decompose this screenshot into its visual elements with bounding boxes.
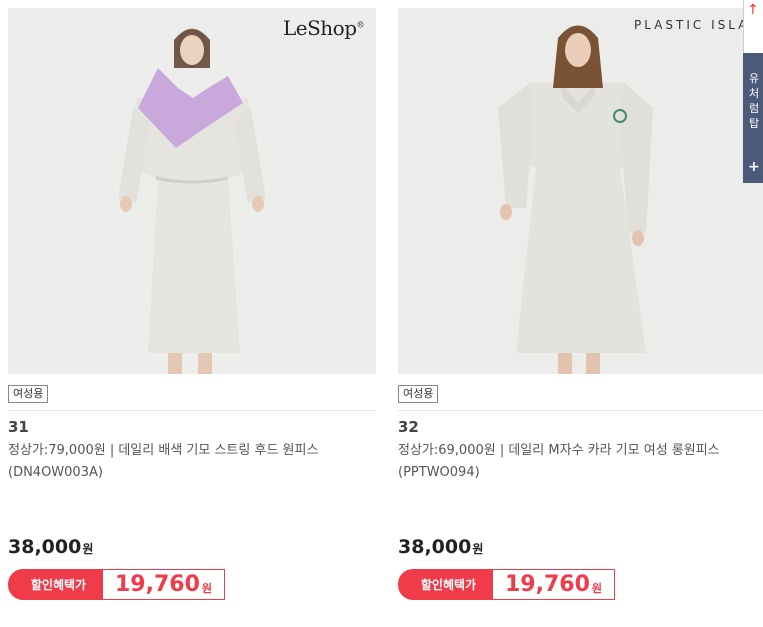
sidebar-text: 유처럼탑 [749,72,760,130]
plus-icon[interactable]: + [748,159,760,175]
discount-price-box: 할인혜택가 19,760 원 [8,569,225,600]
product-name[interactable]: 정상가:69,000원 | 데일리 M자수 카라 기모 여성 롱원피스 (PPT… [398,440,743,484]
gender-tag: 여성용 [398,385,439,403]
divider [398,410,763,411]
product-card[interactable]: LeShop® 여성용 31 정상가:79,000원 | 데일리 배색 기모 스… [8,8,376,600]
product-price: 38,000원 [398,536,483,558]
product-number: 32 [398,418,419,436]
product-number: 31 [8,418,29,436]
price-currency: 원 [82,542,94,556]
price-value: 38,000 [398,536,472,558]
arrow-up-icon: ↑ [747,2,759,18]
brand-logo: LeShop® [282,16,365,40]
divider [8,410,376,411]
product-image[interactable]: LeShop® [8,8,376,374]
price-value: 38,000 [8,536,82,558]
product-name[interactable]: 정상가:79,000원 | 데일리 배색 기모 스트링 후드 원피스 (DN4O… [8,440,353,484]
discount-label: 할인혜택가 [398,569,493,600]
gender-tag: 여성용 [8,385,49,403]
discount-price-value: 19,760 [504,572,590,597]
discount-price-value: 19,760 [114,572,200,597]
discount-price: 19,760 원 [493,569,615,600]
product-image[interactable]: PLASTIC ISLAND [398,8,763,374]
discount-currency: 원 [591,581,603,595]
discount-price-box: 할인혜택가 19,760 원 [398,569,615,600]
price-currency: 원 [472,542,484,556]
product-card[interactable]: PLASTIC ISLAND 여성용 32 정상가:69,000원 | 데일리 … [398,8,763,600]
product-price: 38,000원 [8,536,93,558]
discount-label: 할인혜택가 [8,569,103,600]
floating-sidebar[interactable]: 유처럼탑 + [743,53,763,183]
discount-currency: 원 [201,581,213,595]
scroll-top-button[interactable]: ↑ [743,0,763,53]
discount-price: 19,760 원 [103,569,225,600]
model-illustration [398,8,763,374]
model-illustration [8,8,376,374]
